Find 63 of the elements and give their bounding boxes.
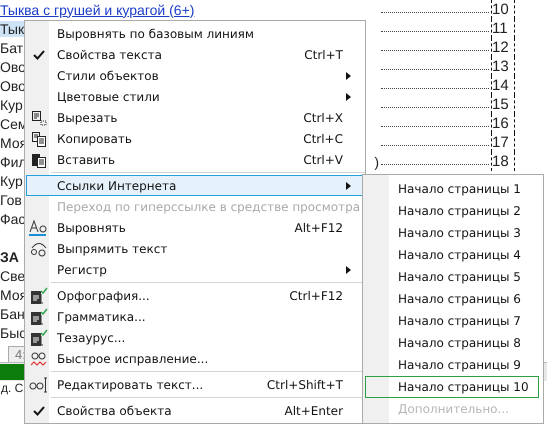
- menu-item[interactable]: Свойства текста Ctrl+T: [26, 44, 364, 65]
- menu-item[interactable]: Начало страницы 8: [365, 332, 539, 354]
- book-check-icon: [30, 286, 48, 304]
- page-number: 10: [491, 0, 515, 19]
- entry-text: Кур: [0, 172, 23, 188]
- menu-item[interactable]: Начало страницы 3: [365, 222, 539, 244]
- entry-text: Бан: [0, 306, 25, 322]
- menu-item[interactable]: Свойства объекта Alt+Enter: [26, 400, 364, 421]
- menu-item[interactable]: Выровнять по базовым линиям: [26, 23, 364, 44]
- menu-item[interactable]: Начало страницы 9: [365, 354, 539, 376]
- menu-item[interactable]: Выпрямить текст: [26, 238, 364, 259]
- book-check-icon: [30, 308, 48, 326]
- menu-item[interactable]: Ссылки Интернета: [26, 175, 364, 196]
- page-number: 12: [491, 38, 515, 57]
- status-text: д. С: [0, 381, 24, 395]
- page-number: 11: [491, 19, 515, 38]
- menu-item[interactable]: Начало страницы 10: [365, 376, 539, 398]
- entry-text: Све: [0, 268, 26, 284]
- menu-item[interactable]: Редактировать текст... Ctrl+Shift+T: [26, 374, 364, 395]
- menu-item[interactable]: Регистр: [26, 259, 364, 280]
- squiggle-icon: [30, 350, 48, 368]
- align-icon: [29, 218, 49, 236]
- arrow-icon: [346, 72, 351, 80]
- entry-text: Бат: [0, 40, 24, 56]
- arrow-icon: [346, 92, 351, 100]
- arrow-icon: [346, 182, 351, 190]
- menu-item[interactable]: Выровнять Alt+F12: [26, 217, 364, 238]
- page-number: 15: [491, 95, 515, 114]
- entry-text: Тык: [0, 20, 24, 36]
- menu-item[interactable]: Цветовые стили: [26, 86, 364, 107]
- entry-text: Тыква с грушей и курагой (6+): [0, 2, 194, 18]
- menu-item[interactable]: Вырезать Ctrl+X: [26, 107, 364, 128]
- document-icon: [31, 110, 47, 126]
- entry-text: Фас: [0, 210, 26, 226]
- entry-text: Быс: [0, 324, 26, 340]
- page-number: 17: [491, 133, 515, 152]
- menu-item[interactable]: Начало страницы 1: [365, 178, 539, 200]
- menu-item[interactable]: Начало страницы 4: [365, 244, 539, 266]
- page-number: 16: [491, 114, 515, 133]
- page-number: 13: [491, 57, 515, 76]
- menu-item[interactable]: Начало страницы 2: [365, 200, 539, 222]
- menu-item[interactable]: Начало страницы 6: [365, 288, 539, 310]
- menu-item[interactable]: Орфография... Ctrl+F12: [26, 285, 364, 306]
- page-number: 14: [491, 76, 515, 95]
- menu-item[interactable]: Тезаурус...: [26, 327, 364, 348]
- menu-item[interactable]: Вставить Ctrl+V: [26, 149, 364, 170]
- entry-text: Гов: [0, 192, 22, 208]
- page-number: 18: [491, 152, 515, 171]
- menu-item[interactable]: Начало страницы 5: [365, 266, 539, 288]
- menu-item[interactable]: Грамматика...: [26, 306, 364, 327]
- copy-icon: [31, 130, 47, 146]
- entry-text: ЗА: [0, 248, 19, 264]
- entry-text: Кур: [0, 96, 23, 112]
- book-check-icon: [30, 328, 48, 346]
- entry-text: ): [374, 154, 379, 170]
- menu-item[interactable]: Стили объектов: [26, 65, 364, 86]
- text-cursor-icon: [29, 376, 49, 394]
- menu-item[interactable]: Начало страницы 7: [365, 310, 539, 332]
- arrow-icon: [346, 266, 351, 274]
- clipboard-icon: [31, 152, 47, 168]
- checkmark-icon: [33, 406, 45, 416]
- menu-item[interactable]: Копировать Ctrl+C: [26, 128, 364, 149]
- checkmark-icon: [33, 50, 45, 60]
